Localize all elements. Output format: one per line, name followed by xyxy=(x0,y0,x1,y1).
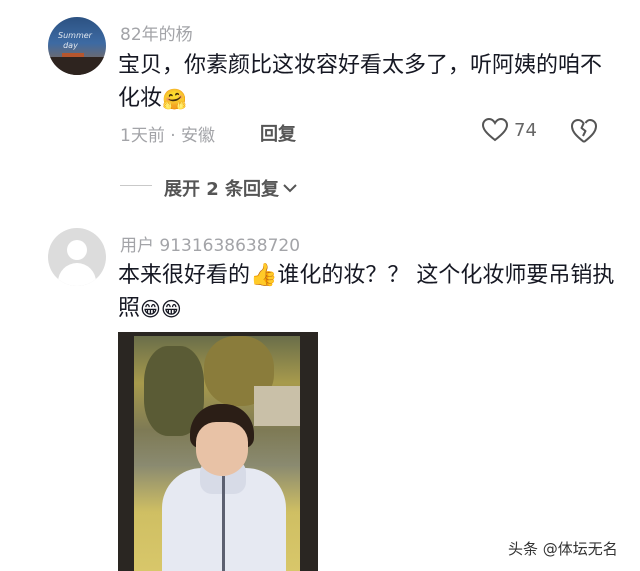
avatar[interactable]: Summer day xyxy=(48,17,106,75)
comment-body: 本来很好看的👍谁化的妆？？ 这个化妆师要吊销执照 xyxy=(118,263,615,321)
comment-body: 宝贝，你素颜比这妆容好看太多了，听阿姨的咱不化妆 xyxy=(118,53,603,111)
expand-replies-label: 展开 2 条回复 xyxy=(164,179,280,200)
watermark: 头条 @体坛无名 xyxy=(506,538,620,559)
divider xyxy=(120,185,152,186)
expand-replies-button[interactable]: 展开 2 条回复 xyxy=(164,175,297,201)
avatar-decoration: Summer day xyxy=(58,31,92,50)
dislike-button[interactable] xyxy=(570,118,598,148)
comment-image[interactable] xyxy=(118,332,318,571)
comment-username[interactable]: 用户 9131638638720 xyxy=(120,231,300,256)
like-button[interactable]: 74 xyxy=(482,118,537,142)
default-avatar-head xyxy=(67,240,87,260)
grin-emoji-icon: 😁😁 xyxy=(140,296,182,321)
avatar-decoration xyxy=(48,57,106,75)
photo-decoration xyxy=(222,476,225,571)
photo-of-boy xyxy=(134,336,300,571)
like-count: 74 xyxy=(514,119,537,141)
avatar[interactable] xyxy=(48,228,106,286)
photo-decoration xyxy=(254,386,300,426)
reply-button[interactable]: 回复 xyxy=(260,120,296,146)
hug-emoji-icon: 🤗 xyxy=(162,86,187,111)
comment-text: 宝贝，你素颜比这妆容好看太多了，听阿姨的咱不化妆🤗 xyxy=(118,49,618,116)
comment-username[interactable]: 82年的杨 xyxy=(120,20,193,45)
broken-heart-icon xyxy=(571,118,598,143)
comment-text: 本来很好看的👍谁化的妆？？ 这个化妆师要吊销执照😁😁 xyxy=(118,259,618,326)
chevron-down-icon xyxy=(283,184,297,193)
comment-meta: 1天前 · 安徽 xyxy=(120,126,216,146)
photo-decoration xyxy=(196,422,248,476)
heart-icon xyxy=(482,118,508,142)
default-avatar-body xyxy=(58,263,96,286)
